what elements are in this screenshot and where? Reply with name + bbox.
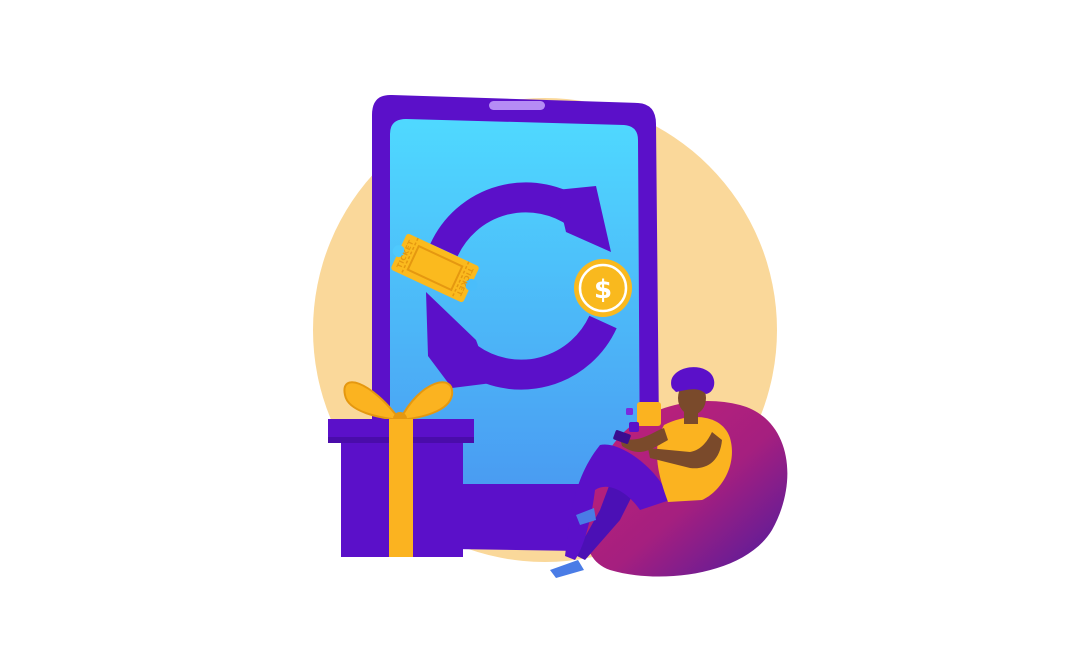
person-shoe-front <box>550 560 584 578</box>
floating-square-yellow <box>637 402 661 426</box>
dollar-coin-icon: $ <box>574 259 632 317</box>
floating-square-purple-small <box>626 408 633 415</box>
gift-ribbon <box>389 419 413 557</box>
cashback-illustration: TICKET TICKET $ <box>313 94 788 578</box>
floating-square-purple <box>629 422 639 432</box>
illustration-stage: TICKET TICKET $ <box>0 0 1080 667</box>
phone-speaker <box>489 101 545 110</box>
coin-symbol: $ <box>594 275 612 305</box>
